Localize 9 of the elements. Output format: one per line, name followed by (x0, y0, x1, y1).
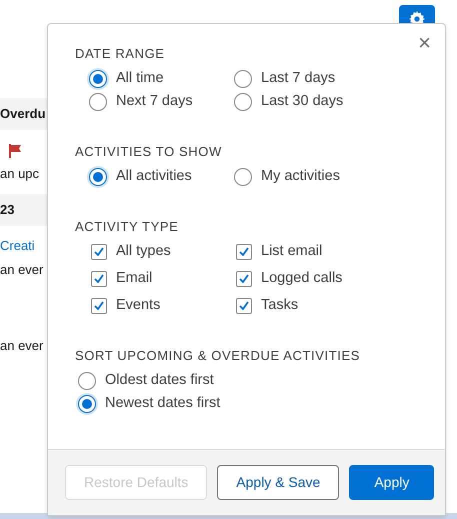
section-heading: SORT UPCOMING & OVERDUE ACTIVITIES (75, 348, 362, 364)
section-heading: ACTIVITIES TO SHOW (75, 144, 223, 160)
activity-text: an upc (0, 165, 40, 183)
activity-text: an ever (0, 261, 44, 279)
row-heading: 23 (0, 201, 14, 219)
section-heading: ACTIVITY TYPE (75, 219, 180, 235)
activity-text: an ever (0, 337, 44, 355)
section-heading: DATE RANGE (75, 46, 166, 62)
row-heading: Overdu (0, 105, 46, 123)
